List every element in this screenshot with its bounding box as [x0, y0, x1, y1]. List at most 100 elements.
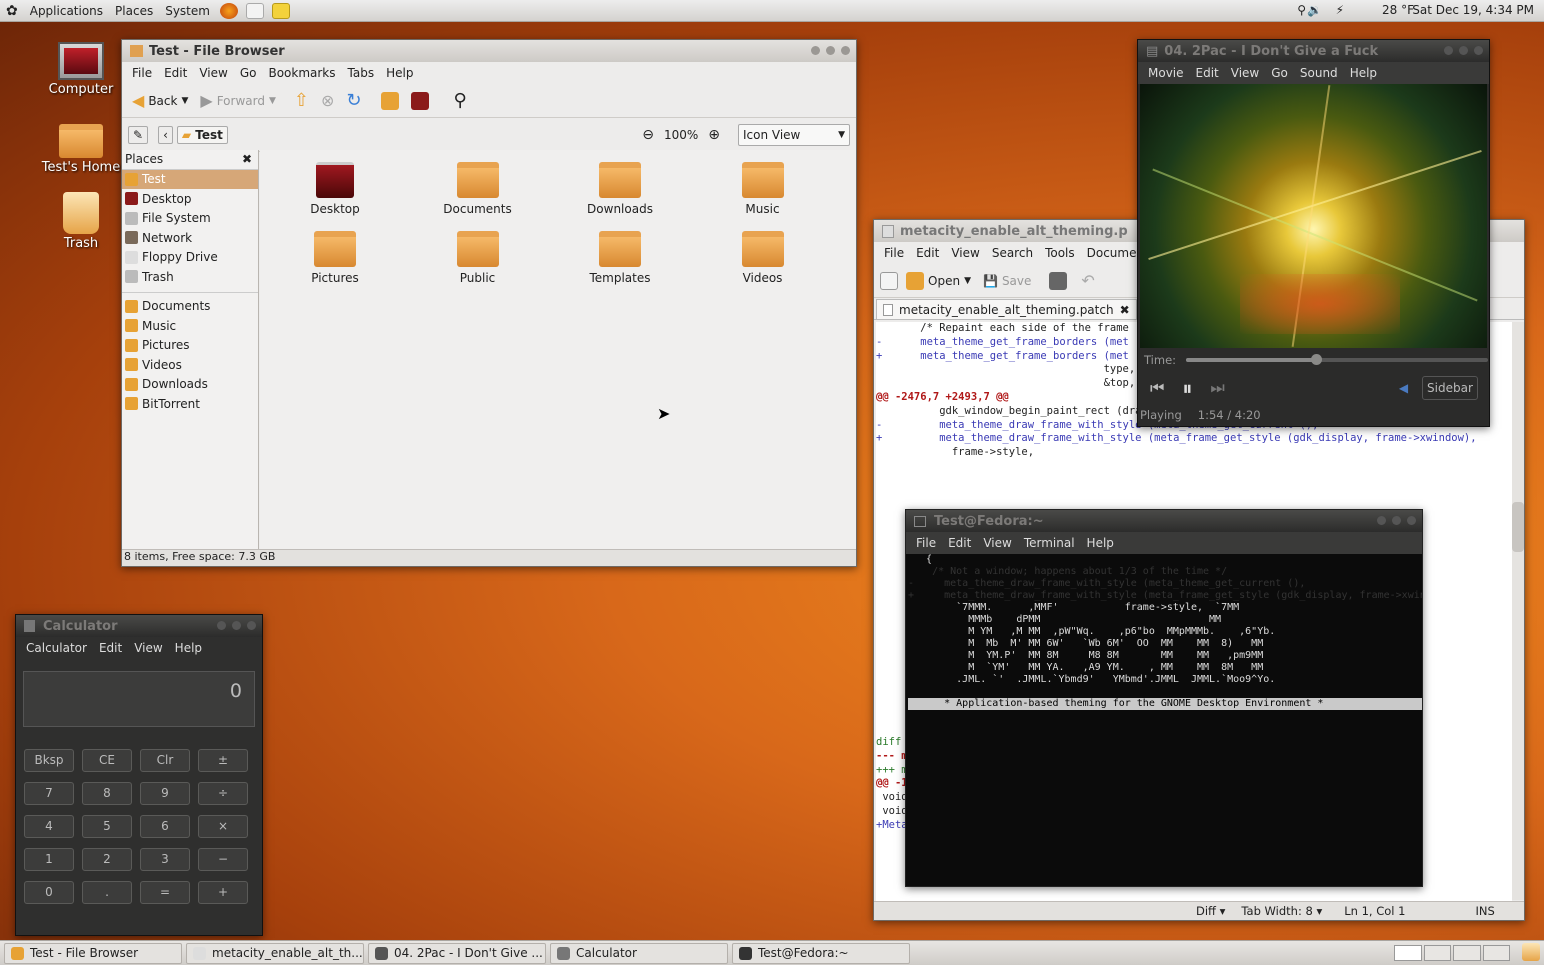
- maximize-button[interactable]: [1459, 46, 1468, 55]
- clock[interactable]: Sat Dec 19, 4:34 PM: [1412, 3, 1534, 17]
- volume-icon[interactable]: 🔉: [1307, 3, 1322, 17]
- close-tab-icon[interactable]: ✖: [1120, 303, 1130, 317]
- next-icon[interactable]: ⏭: [1210, 378, 1224, 398]
- file-item[interactable]: Pictures: [280, 231, 390, 285]
- workspace-1[interactable]: [1394, 945, 1422, 961]
- calc-key[interactable]: +: [198, 881, 248, 904]
- menu-tabs[interactable]: Tabs: [342, 66, 381, 80]
- reload-icon[interactable]: ↻: [346, 90, 361, 111]
- close-button[interactable]: [1474, 46, 1483, 55]
- menu-file[interactable]: File: [878, 246, 910, 260]
- search-icon[interactable]: ⚲: [453, 90, 466, 111]
- power-icon[interactable]: ⚡: [1336, 3, 1344, 17]
- scrollbar[interactable]: [1512, 322, 1524, 900]
- sidebar-bookmark[interactable]: Music: [122, 316, 258, 336]
- calculator-titlebar[interactable]: Calculator: [16, 615, 262, 637]
- close-sidebar-icon[interactable]: ✖: [242, 152, 252, 166]
- file-item[interactable]: Templates: [565, 231, 675, 285]
- calc-key[interactable]: ÷: [198, 782, 248, 805]
- menu-go[interactable]: Go: [234, 66, 263, 80]
- calc-key[interactable]: −: [198, 848, 248, 871]
- menu-help[interactable]: Help: [1081, 536, 1120, 550]
- applications-menu[interactable]: Applications: [24, 4, 109, 18]
- file-item[interactable]: Public: [423, 231, 533, 285]
- undo-icon[interactable]: ↶: [1081, 271, 1094, 290]
- menu-edit[interactable]: Edit: [158, 66, 193, 80]
- minimize-button[interactable]: [1444, 46, 1453, 55]
- menu-help[interactable]: Help: [380, 66, 419, 80]
- home-icon[interactable]: [381, 91, 400, 110]
- file-item[interactable]: Music: [708, 162, 818, 216]
- sidebar-item[interactable]: Trash: [122, 267, 258, 287]
- video-visualization[interactable]: [1140, 84, 1487, 348]
- tab-patch-file[interactable]: metacity_enable_alt_theming.patch ✖: [876, 299, 1137, 319]
- print-icon[interactable]: [1049, 271, 1068, 290]
- network-icon[interactable]: ⚲: [1297, 3, 1306, 17]
- player-titlebar[interactable]: ▤ 04. 2Pac - I Don't Give a Fuck: [1138, 40, 1489, 62]
- calc-key[interactable]: Bksp: [24, 749, 74, 772]
- open-button[interactable]: Open ▼: [902, 270, 975, 292]
- menu-view[interactable]: View: [128, 641, 168, 655]
- minimize-button[interactable]: [217, 621, 226, 630]
- menu-view[interactable]: View: [1225, 66, 1265, 80]
- calc-key[interactable]: ×: [198, 815, 248, 838]
- file-browser-titlebar[interactable]: Test - File Browser: [122, 40, 856, 62]
- calc-key[interactable]: Clr: [140, 749, 190, 772]
- places-menu[interactable]: Places: [109, 4, 159, 18]
- menu-edit[interactable]: Edit: [93, 641, 128, 655]
- menu-view[interactable]: View: [977, 536, 1017, 550]
- view-mode-select[interactable]: Icon View ▼: [738, 123, 850, 146]
- chevron-down-icon[interactable]: ▼: [269, 96, 276, 106]
- chevron-down-icon[interactable]: ▼: [181, 96, 188, 106]
- close-button[interactable]: [1407, 516, 1416, 525]
- up-icon[interactable]: ⇧: [294, 90, 309, 111]
- terminal-titlebar[interactable]: Test@Fedora:~: [906, 510, 1422, 532]
- file-item[interactable]: Videos: [708, 231, 818, 285]
- taskbar-button[interactable]: 04. 2Pac - I Don't Give ...: [368, 942, 546, 964]
- tab-width-select[interactable]: Tab Width: 8 ▾: [1241, 904, 1322, 918]
- sidebar-item[interactable]: Desktop: [122, 189, 258, 209]
- calc-key[interactable]: ±: [198, 749, 248, 772]
- calc-key[interactable]: 2: [82, 848, 132, 871]
- foot-logo-icon[interactable]: ✿: [0, 3, 24, 19]
- maximize-button[interactable]: [826, 46, 835, 55]
- menu-sound[interactable]: Sound: [1294, 66, 1344, 80]
- sidebar-item[interactable]: Network: [122, 228, 258, 248]
- sidebar-item[interactable]: Test: [122, 169, 258, 189]
- calc-key[interactable]: 8: [82, 782, 132, 805]
- menu-go[interactable]: Go: [1265, 66, 1294, 80]
- workspace-3[interactable]: [1453, 945, 1481, 961]
- sidebar-bookmark[interactable]: Videos: [122, 355, 258, 375]
- calc-key[interactable]: 3: [140, 848, 190, 871]
- language-select[interactable]: Diff ▾: [1196, 904, 1225, 918]
- path-button-test[interactable]: ▰ Test: [176, 125, 228, 144]
- sidebar-item[interactable]: File System: [122, 209, 258, 229]
- weather-indicator[interactable]: 28 °F: [1382, 3, 1414, 17]
- calc-key[interactable]: 5: [82, 815, 132, 838]
- seek-handle[interactable]: [1310, 354, 1322, 365]
- volume-icon[interactable]: ◀: [1399, 381, 1408, 395]
- menu-calculator[interactable]: Calculator: [20, 641, 93, 655]
- file-item[interactable]: Desktop: [280, 162, 390, 216]
- menu-view[interactable]: View: [945, 246, 985, 260]
- menu-view[interactable]: View: [193, 66, 233, 80]
- workspace-4[interactable]: [1482, 945, 1510, 961]
- terminal-output[interactable]: { /* Not a window; happens about 1/3 of …: [906, 554, 1422, 886]
- close-button[interactable]: [841, 46, 850, 55]
- edit-location-icon[interactable]: ✎: [128, 125, 149, 144]
- file-item[interactable]: Documents: [423, 162, 533, 216]
- sidebar-bookmark[interactable]: Documents: [122, 297, 258, 317]
- calc-key[interactable]: .: [82, 881, 132, 904]
- calculator-display[interactable]: 0: [23, 671, 255, 727]
- scrollbar-thumb[interactable]: [1512, 502, 1524, 552]
- forward-button[interactable]: ▶ Forward ▼: [196, 89, 280, 112]
- computer-icon[interactable]: [411, 91, 430, 110]
- seek-slider[interactable]: [1186, 354, 1489, 365]
- calc-key[interactable]: 7: [24, 782, 74, 805]
- sidebar-bookmark[interactable]: Pictures: [122, 336, 258, 356]
- minimize-button[interactable]: [811, 46, 820, 55]
- close-button[interactable]: [247, 621, 256, 630]
- workspace-switcher[interactable]: [1394, 945, 1510, 961]
- calc-key[interactable]: 6: [140, 815, 190, 838]
- notes-icon[interactable]: [271, 2, 290, 19]
